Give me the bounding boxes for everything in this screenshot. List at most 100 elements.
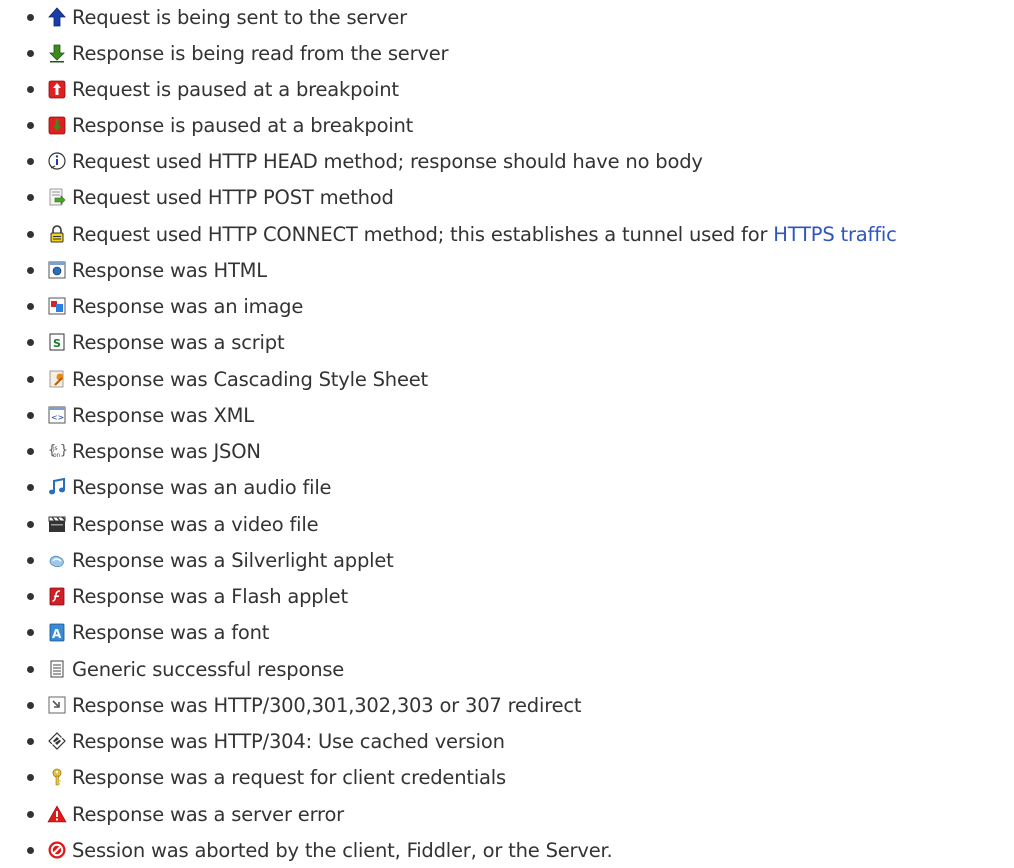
svg-text:A: A (52, 627, 62, 641)
request-breakpoint-icon (47, 79, 67, 99)
legend-item-text: Response was an audio file (72, 475, 332, 499)
audio-icon (47, 477, 67, 497)
legend-item-text: Generic successful response (72, 657, 345, 681)
list-bullet (27, 520, 34, 528)
legend-item: Response was HTTP/300,301,302,303 or 307… (0, 692, 582, 718)
legend-item-text: Response was JSON (72, 439, 261, 463)
list-bullet (27, 266, 34, 274)
list-bullet (27, 810, 34, 818)
svg-text:js: js (52, 445, 57, 452)
legend-item: Response was a video file (0, 511, 319, 537)
video-icon (47, 514, 67, 534)
legend-item-text: Request used HTTP CONNECT method; this e… (72, 222, 774, 246)
script-icon: S (47, 332, 67, 352)
list-bullet (27, 556, 34, 564)
legend-item: Request used HTTP CONNECT method; this e… (0, 221, 897, 247)
legend-item-text: Session was aborted by the client, Fiddl… (72, 838, 613, 862)
list-bullet (27, 85, 34, 93)
list-bullet (27, 230, 34, 238)
warning-icon (47, 804, 67, 824)
legend-item: Response was a request for client creden… (0, 764, 506, 790)
legend-item: Request used HTTP POST method (0, 184, 394, 210)
legend-item: Response was a Silverlight applet (0, 547, 394, 573)
post-icon (47, 187, 67, 207)
legend-item: Response was an image (0, 293, 303, 319)
legend-item: Response was an audio file (0, 474, 332, 500)
download-arrow-icon (47, 43, 67, 63)
response-breakpoint-icon (47, 115, 67, 135)
legend-item-text: Response was a video file (72, 512, 319, 536)
key-icon (47, 767, 67, 787)
html-icon (47, 260, 67, 280)
legend-item-text: Response was Cascading Style Sheet (72, 367, 428, 391)
redirect-icon (47, 695, 67, 715)
legend-item: Request is paused at a breakpoint (0, 76, 399, 102)
legend-item: Generic successful response (0, 656, 344, 682)
legend-item-text: Request used HTTP HEAD method; response … (72, 149, 703, 173)
list-bullet (27, 846, 34, 854)
legend-item-text: Response was a server error (72, 802, 344, 826)
list-bullet (27, 411, 34, 419)
legend-item-text: Response was HTTP/304: Use cached versio… (72, 729, 505, 753)
list-bullet (27, 447, 34, 455)
json-icon: {} js on (47, 441, 67, 461)
css-icon (47, 369, 67, 389)
legend-item: S Response was a script (0, 329, 285, 355)
list-bullet (27, 483, 34, 491)
legend-item-text: Request is paused at a breakpoint (72, 77, 399, 101)
legend-item-text: Response was a request for client creden… (72, 765, 506, 789)
legend-item-text: Response was HTTP/300,301,302,303 or 307… (72, 693, 582, 717)
legend-item: Request is being sent to the server (0, 4, 407, 30)
upload-arrow-icon (47, 7, 67, 27)
legend-item-text: Request used HTTP POST method (72, 185, 394, 209)
svg-text:<>: <> (51, 413, 64, 422)
list-bullet (27, 773, 34, 781)
legend-item: Response is being read from the server (0, 40, 449, 66)
list-bullet (27, 193, 34, 201)
list-bullet (27, 375, 34, 383)
flash-icon (47, 586, 67, 606)
svg-text:}: } (60, 443, 67, 458)
legend-item: Response was Cascading Style Sheet (0, 366, 428, 392)
legend-item-text: Request is being sent to the server (72, 5, 407, 29)
list-bullet (27, 737, 34, 745)
cached-icon (47, 731, 67, 751)
legend-item: <> Response was XML (0, 402, 254, 428)
font-icon: A (47, 622, 67, 642)
legend-item: Response was a Flash applet (0, 583, 348, 609)
list-bullet (27, 302, 34, 310)
head-info-icon (47, 151, 67, 171)
list-bullet (27, 121, 34, 129)
legend-item: {} js on Response was JSON (0, 438, 261, 464)
generic-response-icon (47, 659, 67, 679)
silverlight-icon (47, 550, 67, 570)
list-bullet (27, 13, 34, 21)
legend-item: Response was a server error (0, 801, 344, 827)
legend-item-text: Response was HTML (72, 258, 267, 282)
legend-item-text: Response is being read from the server (72, 41, 449, 65)
list-bullet (27, 49, 34, 57)
legend-item-text: Response was a script (72, 330, 285, 354)
legend-item-text: Response is paused at a breakpoint (72, 113, 414, 137)
legend-item: A Response was a font (0, 619, 269, 645)
legend-item: Response is paused at a breakpoint (0, 112, 413, 138)
list-bullet (27, 701, 34, 709)
legend-item-text: Response was a Silverlight applet (72, 548, 394, 572)
svg-text:on: on (53, 452, 60, 459)
list-bullet (27, 157, 34, 165)
https-traffic-link[interactable]: HTTPS traffic (773, 223, 897, 246)
image-icon (47, 296, 67, 316)
legend-item: Response was HTML (0, 257, 267, 283)
legend-item: Request used HTTP HEAD method; response … (0, 148, 703, 174)
svg-text:S: S (53, 337, 61, 350)
list-bullet (27, 592, 34, 600)
legend-item: Response was HTTP/304: Use cached versio… (0, 728, 505, 754)
list-bullet (27, 338, 34, 346)
lock-icon (47, 224, 67, 244)
aborted-icon (47, 840, 67, 860)
legend-item: Session was aborted by the client, Fiddl… (0, 837, 613, 863)
legend-item-text: Response was a font (72, 620, 270, 644)
list-bullet (27, 665, 34, 673)
legend-item-text: Response was XML (72, 403, 254, 427)
list-bullet (27, 628, 34, 636)
